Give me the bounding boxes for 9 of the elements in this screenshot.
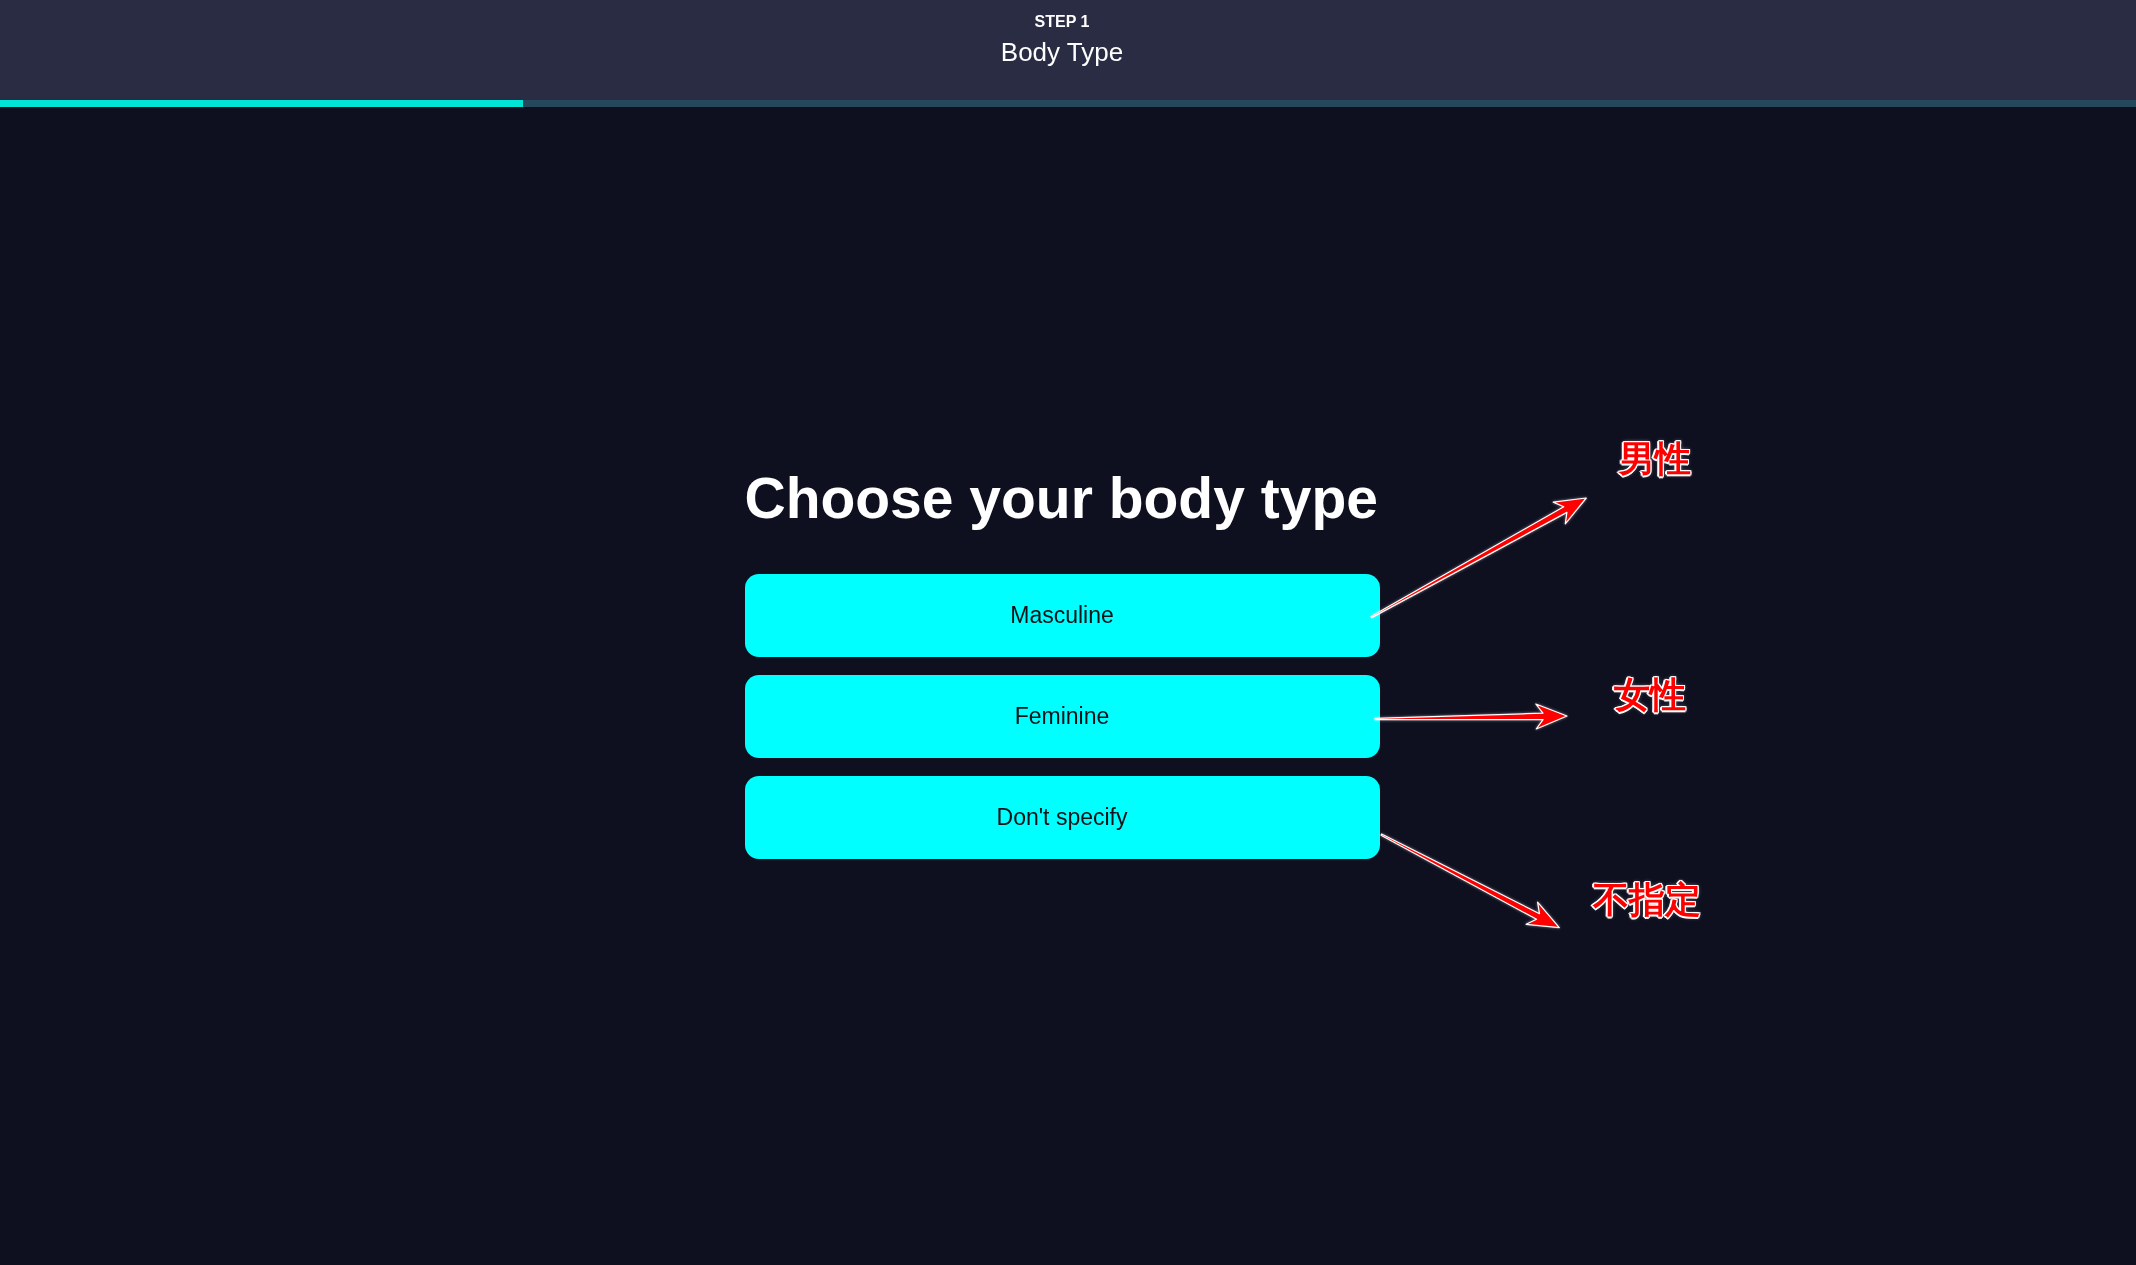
step-label: STEP 1: [1034, 12, 1090, 32]
annotation-label: 男性: [1618, 437, 1691, 481]
option-button[interactable]: Masculine: [744, 574, 1380, 657]
annotation-label: 不指定: [1592, 878, 1701, 922]
option-button[interactable]: Don't specify: [744, 776, 1380, 859]
option-button[interactable]: Feminine: [744, 675, 1380, 758]
annotation-label: 女性: [1613, 673, 1686, 717]
page-heading: Choose your body type: [744, 465, 1379, 532]
step-title: Body Type: [1000, 36, 1124, 68]
